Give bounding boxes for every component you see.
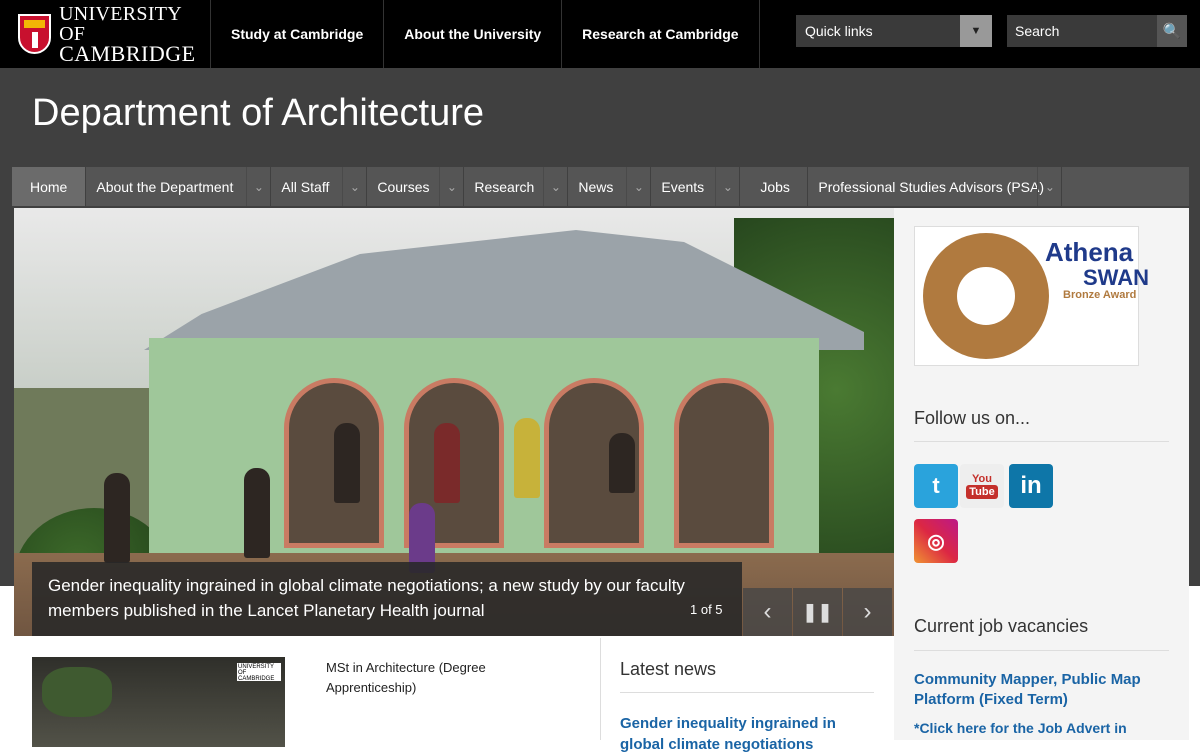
global-nav: Study at Cambridge About the University … [210, 0, 760, 68]
logo-text: UNIVERSITY OF CAMBRIDGE [59, 3, 208, 66]
chevron-down-icon[interactable]: ⌄ [246, 167, 270, 206]
nav-label: Professional Studies Advisors (PSA) [818, 178, 1045, 195]
chevron-down-icon[interactable]: ⌄ [715, 167, 739, 206]
nav-home-label: Home [30, 178, 68, 195]
nav-study[interactable]: Study at Cambridge [210, 0, 383, 68]
quick-links-dropdown[interactable]: Quick links ▼ [796, 15, 992, 47]
nav-news[interactable]: News ⌄ [568, 167, 652, 206]
hero-slider[interactable]: Gender inequality ingrained in global cl… [14, 208, 894, 636]
nav-label: About the Department [96, 178, 234, 195]
pause-icon[interactable]: ❚❚ [793, 588, 842, 636]
nav-about-university[interactable]: About the University [383, 0, 561, 68]
job-link[interactable]: Community Mapper, Public Map Platform (F… [914, 670, 1179, 710]
search-icon[interactable]: 🔍 [1157, 15, 1187, 47]
nav-label: Courses [377, 178, 430, 195]
logo-line2: CAMBRIDGE [59, 41, 196, 66]
athena-award: Bronze Award [1063, 289, 1137, 301]
search-placeholder: Search [1015, 23, 1060, 39]
top-bar: UNIVERSITY OF CAMBRIDGE Study at Cambrid… [0, 0, 1200, 68]
nav-about-department[interactable]: About the Department ⌄ [86, 167, 272, 206]
slide-arch [674, 378, 774, 548]
divider [914, 650, 1169, 651]
slide-person [514, 418, 540, 498]
quick-links-label: Quick links [805, 23, 873, 39]
column-divider [600, 638, 601, 740]
nav-label: Events [661, 178, 705, 195]
nav-research[interactable]: Research ⌄ [464, 167, 569, 206]
nav-home[interactable]: Home [12, 167, 87, 206]
thumb-seal: UNIVERSITY OF CAMBRIDGE [237, 663, 281, 682]
chevron-down-icon[interactable]: ⌄ [1037, 167, 1061, 206]
nav-label: News [578, 178, 614, 195]
job-advert-link[interactable]: *Click here for the Job Advert in [914, 718, 1179, 738]
athena-swan-logo[interactable]: Athena SWAN Bronze Award [914, 226, 1149, 366]
nav-label: Research [474, 178, 535, 195]
slide-person [609, 433, 635, 493]
item-title[interactable]: MSt in Architecture (Degree Apprenticesh… [326, 658, 546, 698]
search-input[interactable]: Search 🔍 [1007, 15, 1187, 47]
linkedin-icon[interactable]: in [1009, 464, 1053, 508]
sidebar: Athena SWAN Bronze Award Follow us on...… [894, 208, 1189, 740]
youtube-icon[interactable]: You Tube [960, 464, 1004, 508]
athena-ring-icon [923, 233, 1049, 359]
nav-label: Jobs [760, 178, 790, 195]
instagram-icon[interactable]: ◎ [914, 519, 958, 563]
chevron-right-icon[interactable]: › [843, 588, 892, 636]
youtube-you: You [972, 473, 992, 485]
chevron-down-icon[interactable]: ⌄ [626, 167, 650, 206]
chevron-down-icon[interactable]: ⌄ [439, 167, 463, 206]
nav-research[interactable]: Research at Cambridge [561, 0, 760, 68]
follow-heading: Follow us on... [914, 408, 1031, 428]
divider [620, 692, 874, 693]
slide-caption[interactable]: Gender inequality ingrained in global cl… [32, 562, 742, 636]
nav-all-staff[interactable]: All Staff ⌄ [271, 167, 368, 206]
jobs-heading: Current job vacancies [914, 616, 1089, 636]
slide-person [104, 473, 130, 563]
page-title: Department of Architecture [32, 92, 484, 134]
thumb-plant [42, 667, 112, 717]
slide-person [434, 423, 460, 503]
divider [914, 441, 1169, 442]
chevron-left-icon[interactable]: ‹ [743, 588, 792, 636]
nav-events[interactable]: Events ⌄ [651, 167, 741, 206]
latest-news-heading: Latest news [620, 659, 717, 679]
athena-swan: SWAN [1083, 265, 1149, 290]
nav-psa[interactable]: Professional Studies Advisors (PSA) ⌄ [808, 167, 1063, 206]
chevron-down-icon: ▼ [960, 15, 992, 47]
nav-label: All Staff [281, 178, 330, 195]
cambridge-logo[interactable]: UNIVERSITY OF CAMBRIDGE [18, 4, 208, 65]
main-nav: Home About the Department ⌄ All Staff ⌄ Co… [12, 167, 1189, 206]
athena-name: Athena [1045, 237, 1134, 267]
twitter-icon[interactable]: t [914, 464, 958, 508]
logo-line1: UNIVERSITY OF [59, 3, 182, 45]
news-thumbnail[interactable]: UNIVERSITY OF CAMBRIDGE [32, 657, 285, 747]
youtube-tube: Tube [966, 485, 998, 499]
slide-person [244, 468, 270, 558]
nav-courses[interactable]: Courses ⌄ [367, 167, 465, 206]
slide-person [334, 423, 360, 503]
chevron-down-icon[interactable]: ⌄ [543, 167, 567, 206]
chevron-down-icon[interactable]: ⌄ [342, 167, 366, 206]
slide-counter: 1 of 5 [690, 602, 723, 617]
linkedin-label: in [1020, 472, 1042, 499]
news-headline-link[interactable]: Gender inequality ingrained in global cl… [620, 713, 870, 755]
nav-jobs[interactable]: Jobs [740, 167, 809, 206]
university-shield-icon [18, 14, 52, 54]
